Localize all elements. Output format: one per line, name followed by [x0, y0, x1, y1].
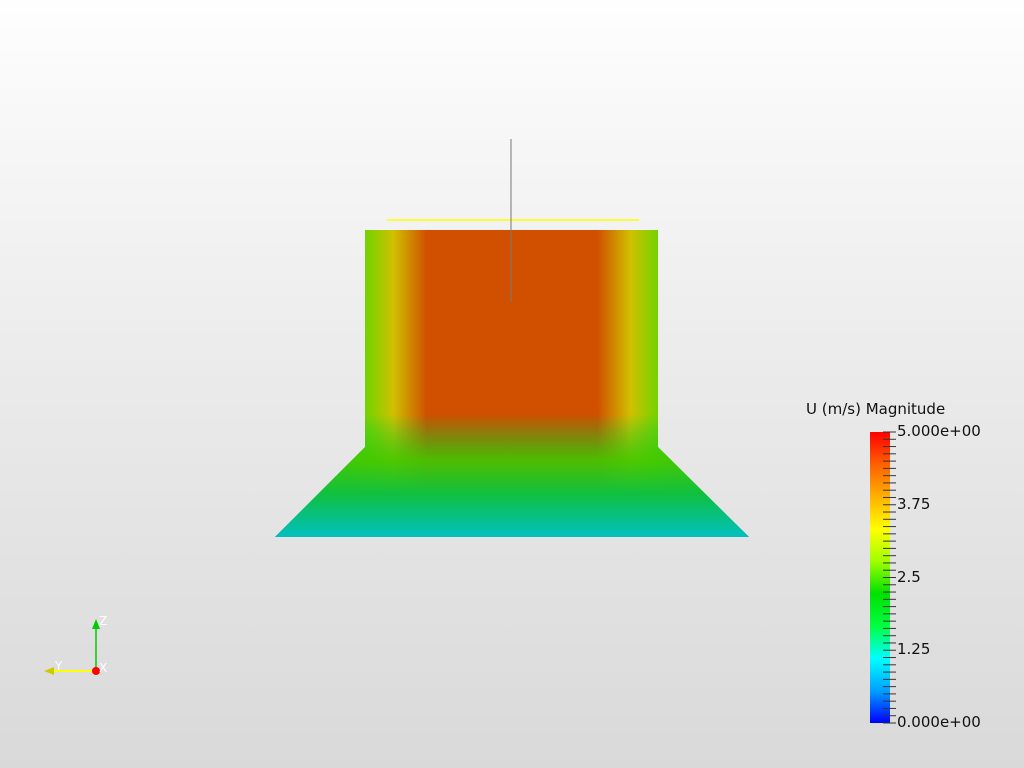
scalar-bar-label: 3.75: [897, 494, 931, 513]
velocity-surface[interactable]: [275, 230, 749, 537]
scalar-bar-label: 5.000e+00: [897, 422, 981, 440]
scalar-bar-label: 1.25: [897, 640, 931, 659]
scalar-bar: [870, 431, 896, 724]
z-axis-label: Z: [99, 614, 108, 628]
x-axis-label: X: [99, 661, 108, 675]
orientation-axes: [44, 619, 100, 675]
y-axis-arrow-icon: [44, 667, 54, 675]
scalar-bar-label: 0.000e+00: [897, 713, 981, 731]
scalar-bar-title: U (m/s) Magnitude: [806, 400, 946, 418]
y-axis-label: Y: [55, 659, 63, 673]
scalar-bar-label: 2.5: [897, 567, 921, 586]
render-view[interactable]: [0, 0, 1024, 768]
